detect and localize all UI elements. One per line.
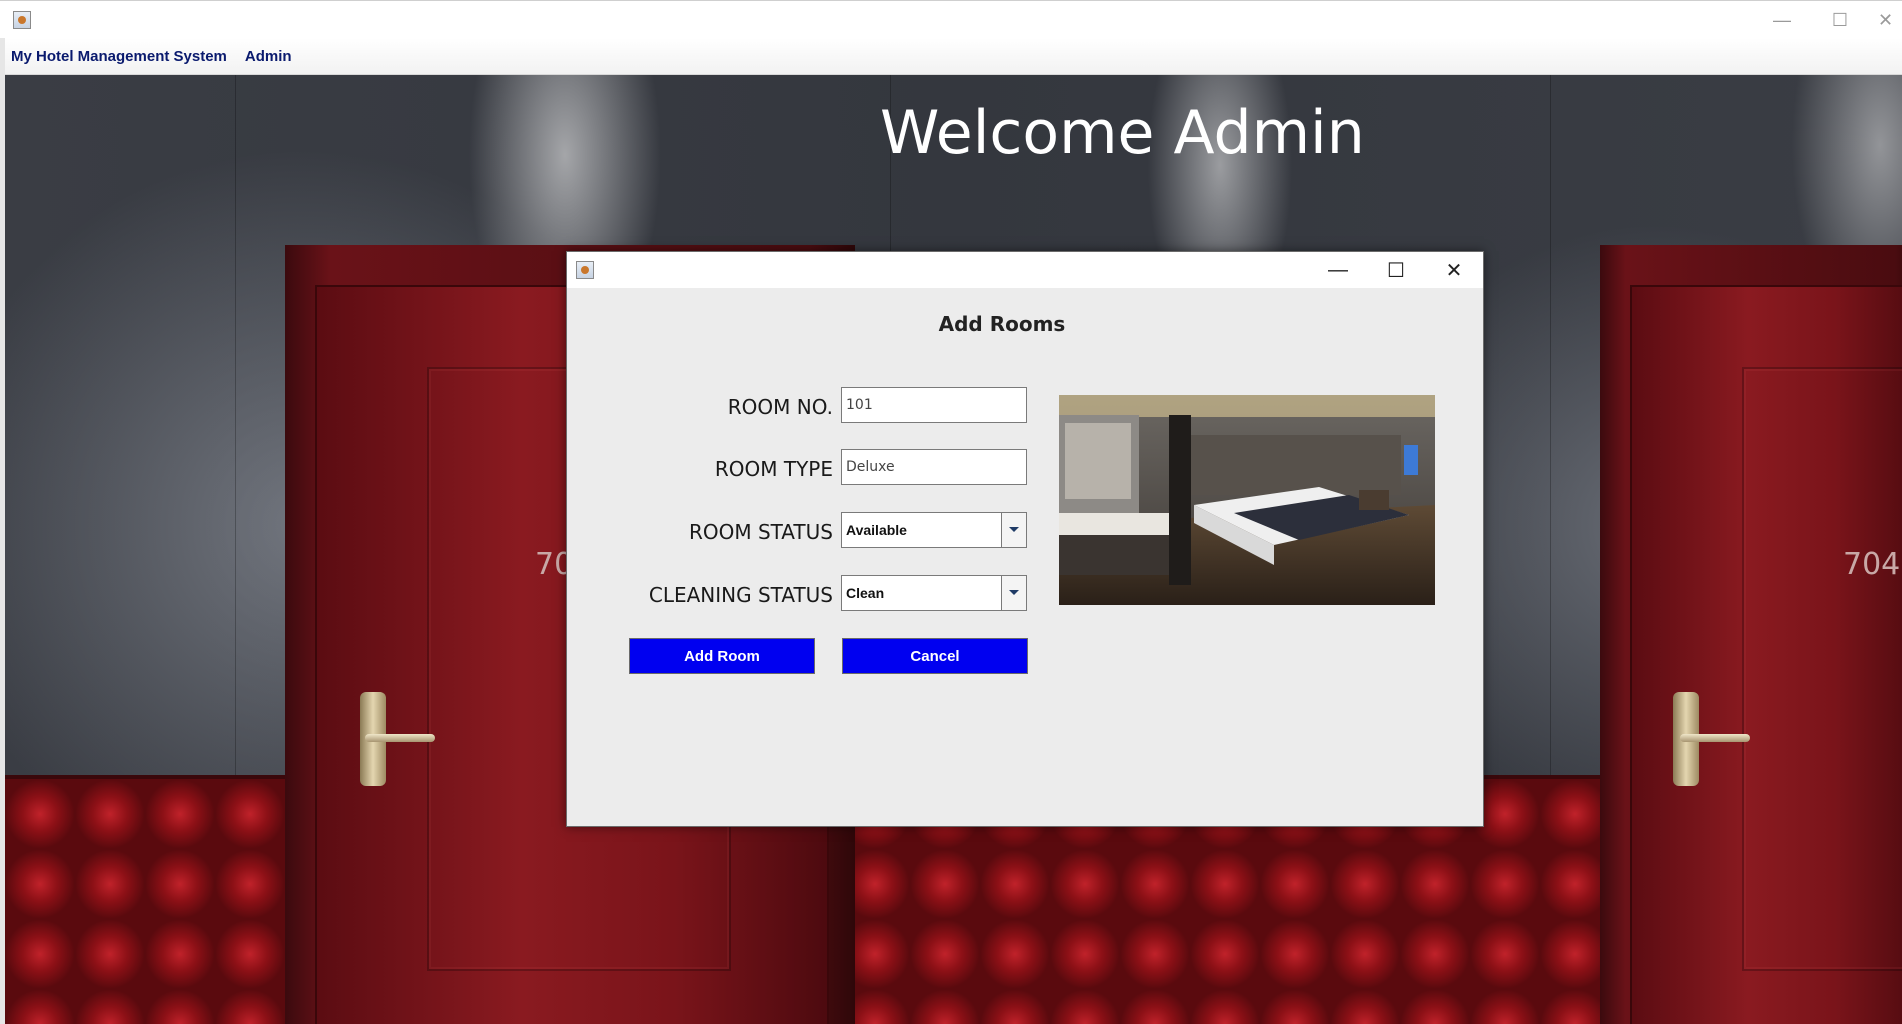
main-window-titlebar: — ☐ ✕ bbox=[0, 0, 1902, 39]
menu-admin[interactable]: Admin bbox=[239, 48, 298, 65]
room-no-input[interactable] bbox=[841, 387, 1027, 423]
menubar: My Hotel Management System Admin bbox=[5, 38, 1902, 75]
door-handle-bar bbox=[365, 734, 435, 742]
minimize-button[interactable]: — bbox=[1753, 1, 1811, 39]
dialog-titlebar: — ☐ ✕ bbox=[567, 252, 1483, 288]
cleaning-status-dropdown[interactable]: Clean bbox=[841, 575, 1027, 611]
maximize-button[interactable]: ☐ bbox=[1811, 1, 1869, 39]
dialog-maximize-button[interactable]: ☐ bbox=[1367, 252, 1425, 288]
java-app-icon bbox=[576, 261, 594, 279]
room-no-label: ROOM NO. bbox=[727, 395, 833, 419]
close-button[interactable]: ✕ bbox=[1869, 1, 1902, 39]
door-right bbox=[1630, 285, 1902, 1024]
room-type-label: ROOM TYPE bbox=[714, 457, 833, 481]
dialog-heading: Add Rooms bbox=[938, 312, 1066, 336]
room-status-dropdown[interactable]: Available bbox=[841, 512, 1027, 548]
add-rooms-dialog: — ☐ ✕ Add Rooms ROOM NO. ROOM TYPE ROOM … bbox=[566, 251, 1484, 827]
dialog-minimize-button[interactable]: — bbox=[1309, 252, 1367, 288]
java-app-icon bbox=[13, 11, 31, 29]
minimize-icon: — bbox=[1328, 258, 1348, 281]
menu-hotel-management-system[interactable]: My Hotel Management System bbox=[5, 48, 233, 65]
hotel-room-photo bbox=[1059, 395, 1435, 605]
tufted-wall-panel bbox=[5, 775, 290, 1024]
door-number-right: 704 bbox=[1843, 547, 1901, 582]
maximize-icon: ☐ bbox=[1831, 9, 1849, 30]
chevron-down-icon[interactable] bbox=[1001, 513, 1026, 547]
dialog-close-button[interactable]: ✕ bbox=[1425, 252, 1483, 288]
welcome-heading: Welcome Admin bbox=[880, 98, 1365, 168]
wall-seam bbox=[235, 75, 236, 775]
room-type-input[interactable] bbox=[841, 449, 1027, 485]
close-icon: ✕ bbox=[1445, 259, 1463, 282]
maximize-icon: ☐ bbox=[1387, 259, 1405, 282]
door-panel-inset bbox=[1742, 367, 1902, 971]
cleaning-status-label: CLEANING STATUS bbox=[648, 583, 833, 607]
chevron-down-icon[interactable] bbox=[1001, 576, 1026, 610]
door-handle-bar bbox=[1680, 734, 1750, 742]
room-status-selected: Available bbox=[846, 522, 907, 538]
add-room-button[interactable]: Add Room bbox=[629, 638, 815, 674]
minimize-icon: — bbox=[1773, 9, 1791, 30]
room-status-label: ROOM STATUS bbox=[688, 520, 833, 544]
close-icon: ✕ bbox=[1877, 9, 1894, 30]
cancel-button[interactable]: Cancel bbox=[842, 638, 1028, 674]
cleaning-status-selected: Clean bbox=[846, 585, 885, 601]
wall-seam bbox=[1550, 75, 1551, 775]
